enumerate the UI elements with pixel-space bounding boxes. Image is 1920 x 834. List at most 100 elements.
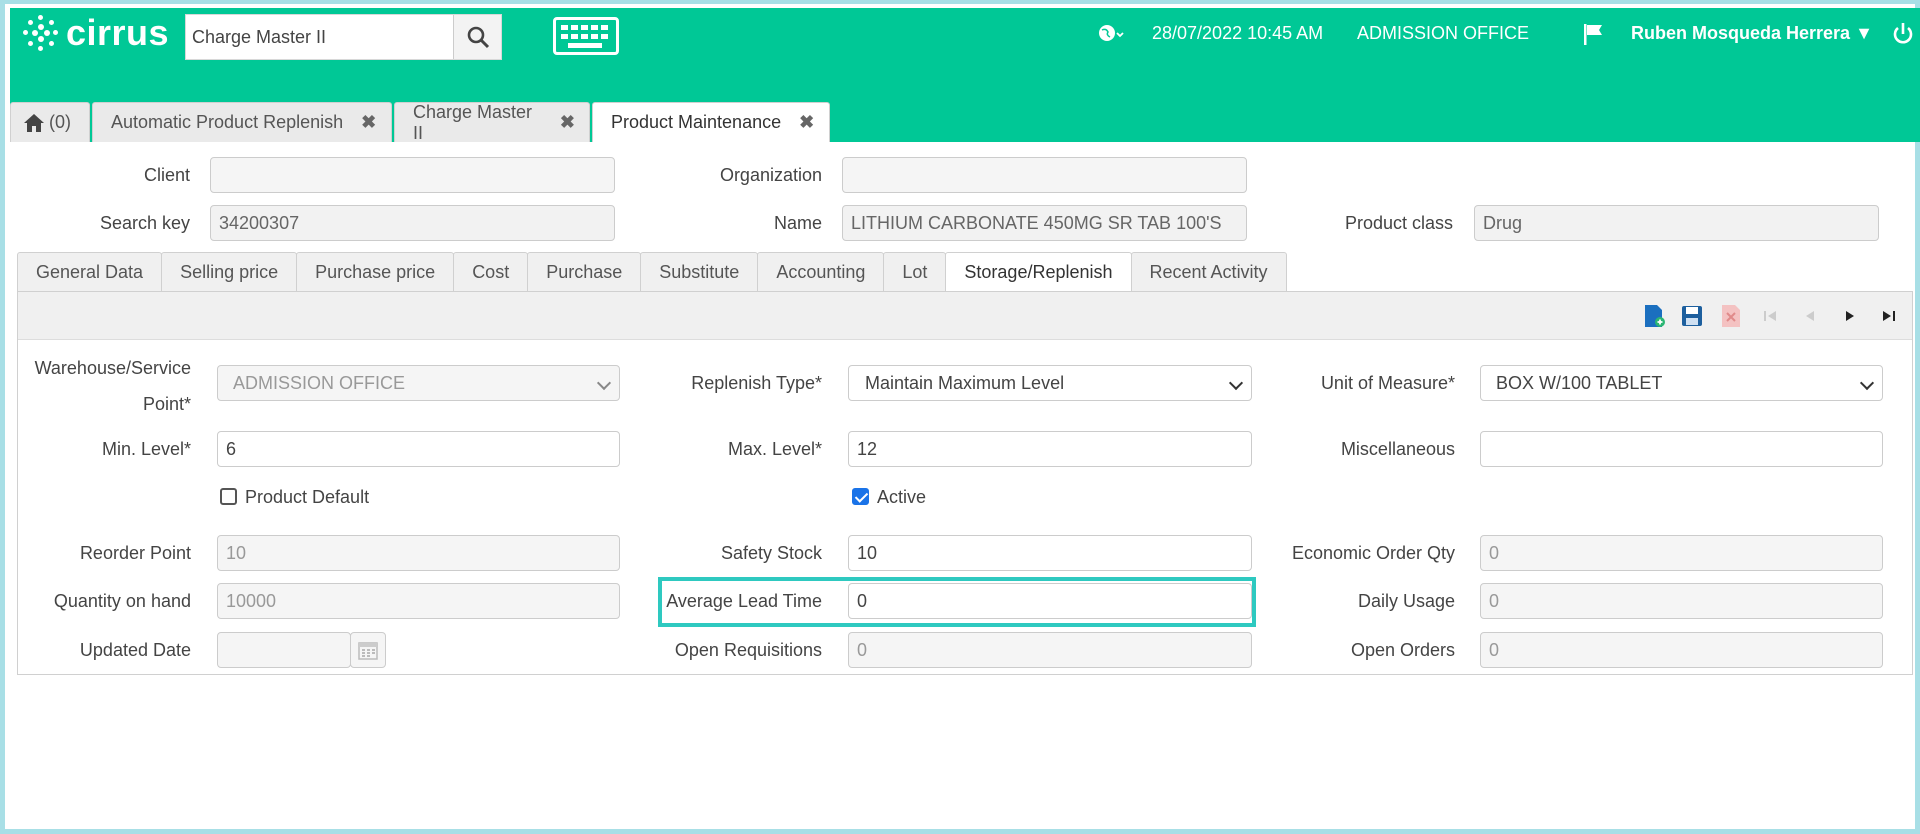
app-frame: cirrus 28/07/2022 10:45 AM ADMISSION OFF…: [0, 0, 1920, 834]
search-key-field[interactable]: 34200307: [210, 205, 615, 241]
cirrus-logo[interactable]: cirrus: [22, 14, 169, 52]
reorder-point-field[interactable]: 10: [217, 535, 620, 571]
save-icon[interactable]: [1680, 304, 1704, 328]
min-level-input[interactable]: 6: [217, 431, 620, 467]
header-location[interactable]: ADMISSION OFFICE: [1357, 23, 1529, 44]
min-level-label: Min. Level*: [101, 439, 191, 459]
detail-tab-bar: General Data Selling price Purchase pric…: [17, 252, 1287, 292]
tab-storage-replenish[interactable]: Storage/Replenish: [945, 252, 1132, 292]
organization-label: Organization: [719, 165, 822, 185]
globe-language-icon[interactable]: [1097, 22, 1125, 46]
tab-purchase[interactable]: Purchase: [527, 252, 642, 292]
warehouse-select[interactable]: ADMISSION OFFICE: [217, 365, 620, 401]
tab-label: Product Maintenance: [611, 112, 782, 132]
tab-substitute[interactable]: Substitute: [640, 252, 759, 292]
tab-home-count: (0): [49, 112, 71, 132]
reorder-point-label: Reorder Point: [79, 543, 191, 563]
product-class-field[interactable]: Drug: [1474, 205, 1879, 241]
uom-label: Unit of Measure*: [1320, 373, 1455, 393]
last-record-icon[interactable]: [1877, 304, 1901, 328]
eoq-field[interactable]: 0: [1480, 535, 1883, 571]
global-search: [185, 14, 502, 60]
open-orders-label: Open Orders: [1350, 640, 1455, 660]
delete-icon[interactable]: [1719, 304, 1743, 328]
name-field[interactable]: LITHIUM CARBONATE 450MG SR TAB 100'S: [842, 205, 1247, 241]
home-icon: [24, 113, 44, 132]
product-default-checkbox[interactable]: [220, 488, 237, 505]
user-menu[interactable]: Ruben Mosqueda Herrera ▼: [1631, 23, 1873, 44]
search-button[interactable]: [453, 15, 501, 59]
search-key-label: Search key: [99, 213, 190, 233]
tab-general-data[interactable]: General Data: [17, 252, 163, 292]
max-level-input[interactable]: 12: [848, 431, 1252, 467]
miscellaneous-input[interactable]: [1480, 431, 1883, 467]
miscellaneous-label: Miscellaneous: [1340, 439, 1455, 459]
new-record-icon[interactable]: [1642, 304, 1666, 328]
client-label: Client: [143, 165, 190, 185]
search-input[interactable]: [186, 15, 453, 59]
updated-date-field[interactable]: [217, 632, 351, 668]
window-tab-bar: (0) Automatic Product Replenish ✖ Charge…: [10, 101, 832, 143]
tab-label: Automatic Product Replenish: [111, 112, 344, 132]
logo-text: cirrus: [66, 12, 170, 53]
qty-on-hand-label: Quantity on hand: [53, 591, 191, 611]
first-record-icon[interactable]: [1758, 304, 1782, 328]
tab-lot[interactable]: Lot: [883, 252, 947, 292]
user-name: Ruben Mosqueda Herrera: [1631, 23, 1851, 43]
header-datetime: 28/07/2022 10:45 AM: [1152, 23, 1324, 43]
calendar-button[interactable]: [350, 632, 386, 668]
tab-recent-activity[interactable]: Recent Activity: [1130, 252, 1287, 292]
tab-product-maintenance[interactable]: Product Maintenance ✖: [592, 102, 830, 142]
organization-field[interactable]: [842, 157, 1247, 193]
tab-charge-master-ii[interactable]: Charge Master II ✖: [394, 101, 590, 143]
chevron-down-icon: [1228, 375, 1244, 391]
product-default-label: Product Default: [245, 487, 370, 507]
calendar-icon: [358, 642, 378, 660]
active-label: Active: [877, 487, 927, 507]
chevron-down-icon: [596, 375, 612, 391]
product-class-label: Product class: [1344, 213, 1453, 233]
qty-on-hand-field[interactable]: 10000: [217, 583, 620, 619]
active-checkbox[interactable]: [852, 488, 869, 505]
replenish-type-label: Replenish Type*: [691, 373, 822, 393]
power-icon[interactable]: [1892, 22, 1914, 46]
keyboard-icon[interactable]: [553, 17, 619, 55]
daily-usage-field[interactable]: 0: [1480, 583, 1883, 619]
next-record-icon[interactable]: [1838, 304, 1862, 328]
close-icon[interactable]: ✖: [361, 112, 376, 133]
chevron-down-icon: [1859, 375, 1875, 391]
uom-value: BOX W/100 TABLET: [1496, 372, 1663, 393]
tab-label: Charge Master II: [413, 101, 533, 143]
open-requisitions-label: Open Requisitions: [674, 640, 822, 660]
replenish-type-value: Maintain Maximum Level: [865, 372, 1065, 393]
tab-cost[interactable]: Cost: [453, 252, 529, 292]
open-orders-field[interactable]: 0: [1480, 632, 1883, 668]
warehouse-value: ADMISSION OFFICE: [233, 372, 406, 393]
search-icon: [467, 26, 489, 49]
daily-usage-label: Daily Usage: [1357, 591, 1455, 611]
cirrus-logo-icon: [22, 14, 60, 52]
uom-select[interactable]: BOX W/100 TABLET: [1480, 365, 1883, 401]
previous-record-icon[interactable]: [1798, 304, 1822, 328]
warehouse-label-line2: Point*: [142, 394, 191, 414]
close-icon[interactable]: ✖: [799, 112, 814, 133]
flag-icon[interactable]: [1582, 22, 1606, 46]
tab-accounting[interactable]: Accounting: [757, 252, 885, 292]
tab-automatic-product-replenish[interactable]: Automatic Product Replenish ✖: [92, 102, 392, 142]
replenish-type-select[interactable]: Maintain Maximum Level: [848, 365, 1252, 401]
highlight-box: [658, 577, 1256, 627]
eoq-label: Economic Order Qty: [1291, 543, 1455, 563]
open-requisitions-field[interactable]: 0: [848, 632, 1252, 668]
caret-down-icon: ▼: [1855, 23, 1873, 43]
safety-stock-label: Safety Stock: [720, 543, 822, 563]
warehouse-label-line1: Warehouse/Service: [34, 358, 191, 378]
name-label: Name: [773, 213, 822, 233]
record-toolbar: [18, 292, 1912, 340]
tab-purchase-price[interactable]: Purchase price: [296, 252, 455, 292]
tab-selling-price[interactable]: Selling price: [161, 252, 298, 292]
tab-home[interactable]: (0): [10, 102, 90, 142]
max-level-label: Max. Level*: [727, 439, 822, 459]
safety-stock-input[interactable]: 10: [848, 535, 1252, 571]
client-field[interactable]: [210, 157, 615, 193]
close-icon[interactable]: ✖: [560, 112, 575, 133]
